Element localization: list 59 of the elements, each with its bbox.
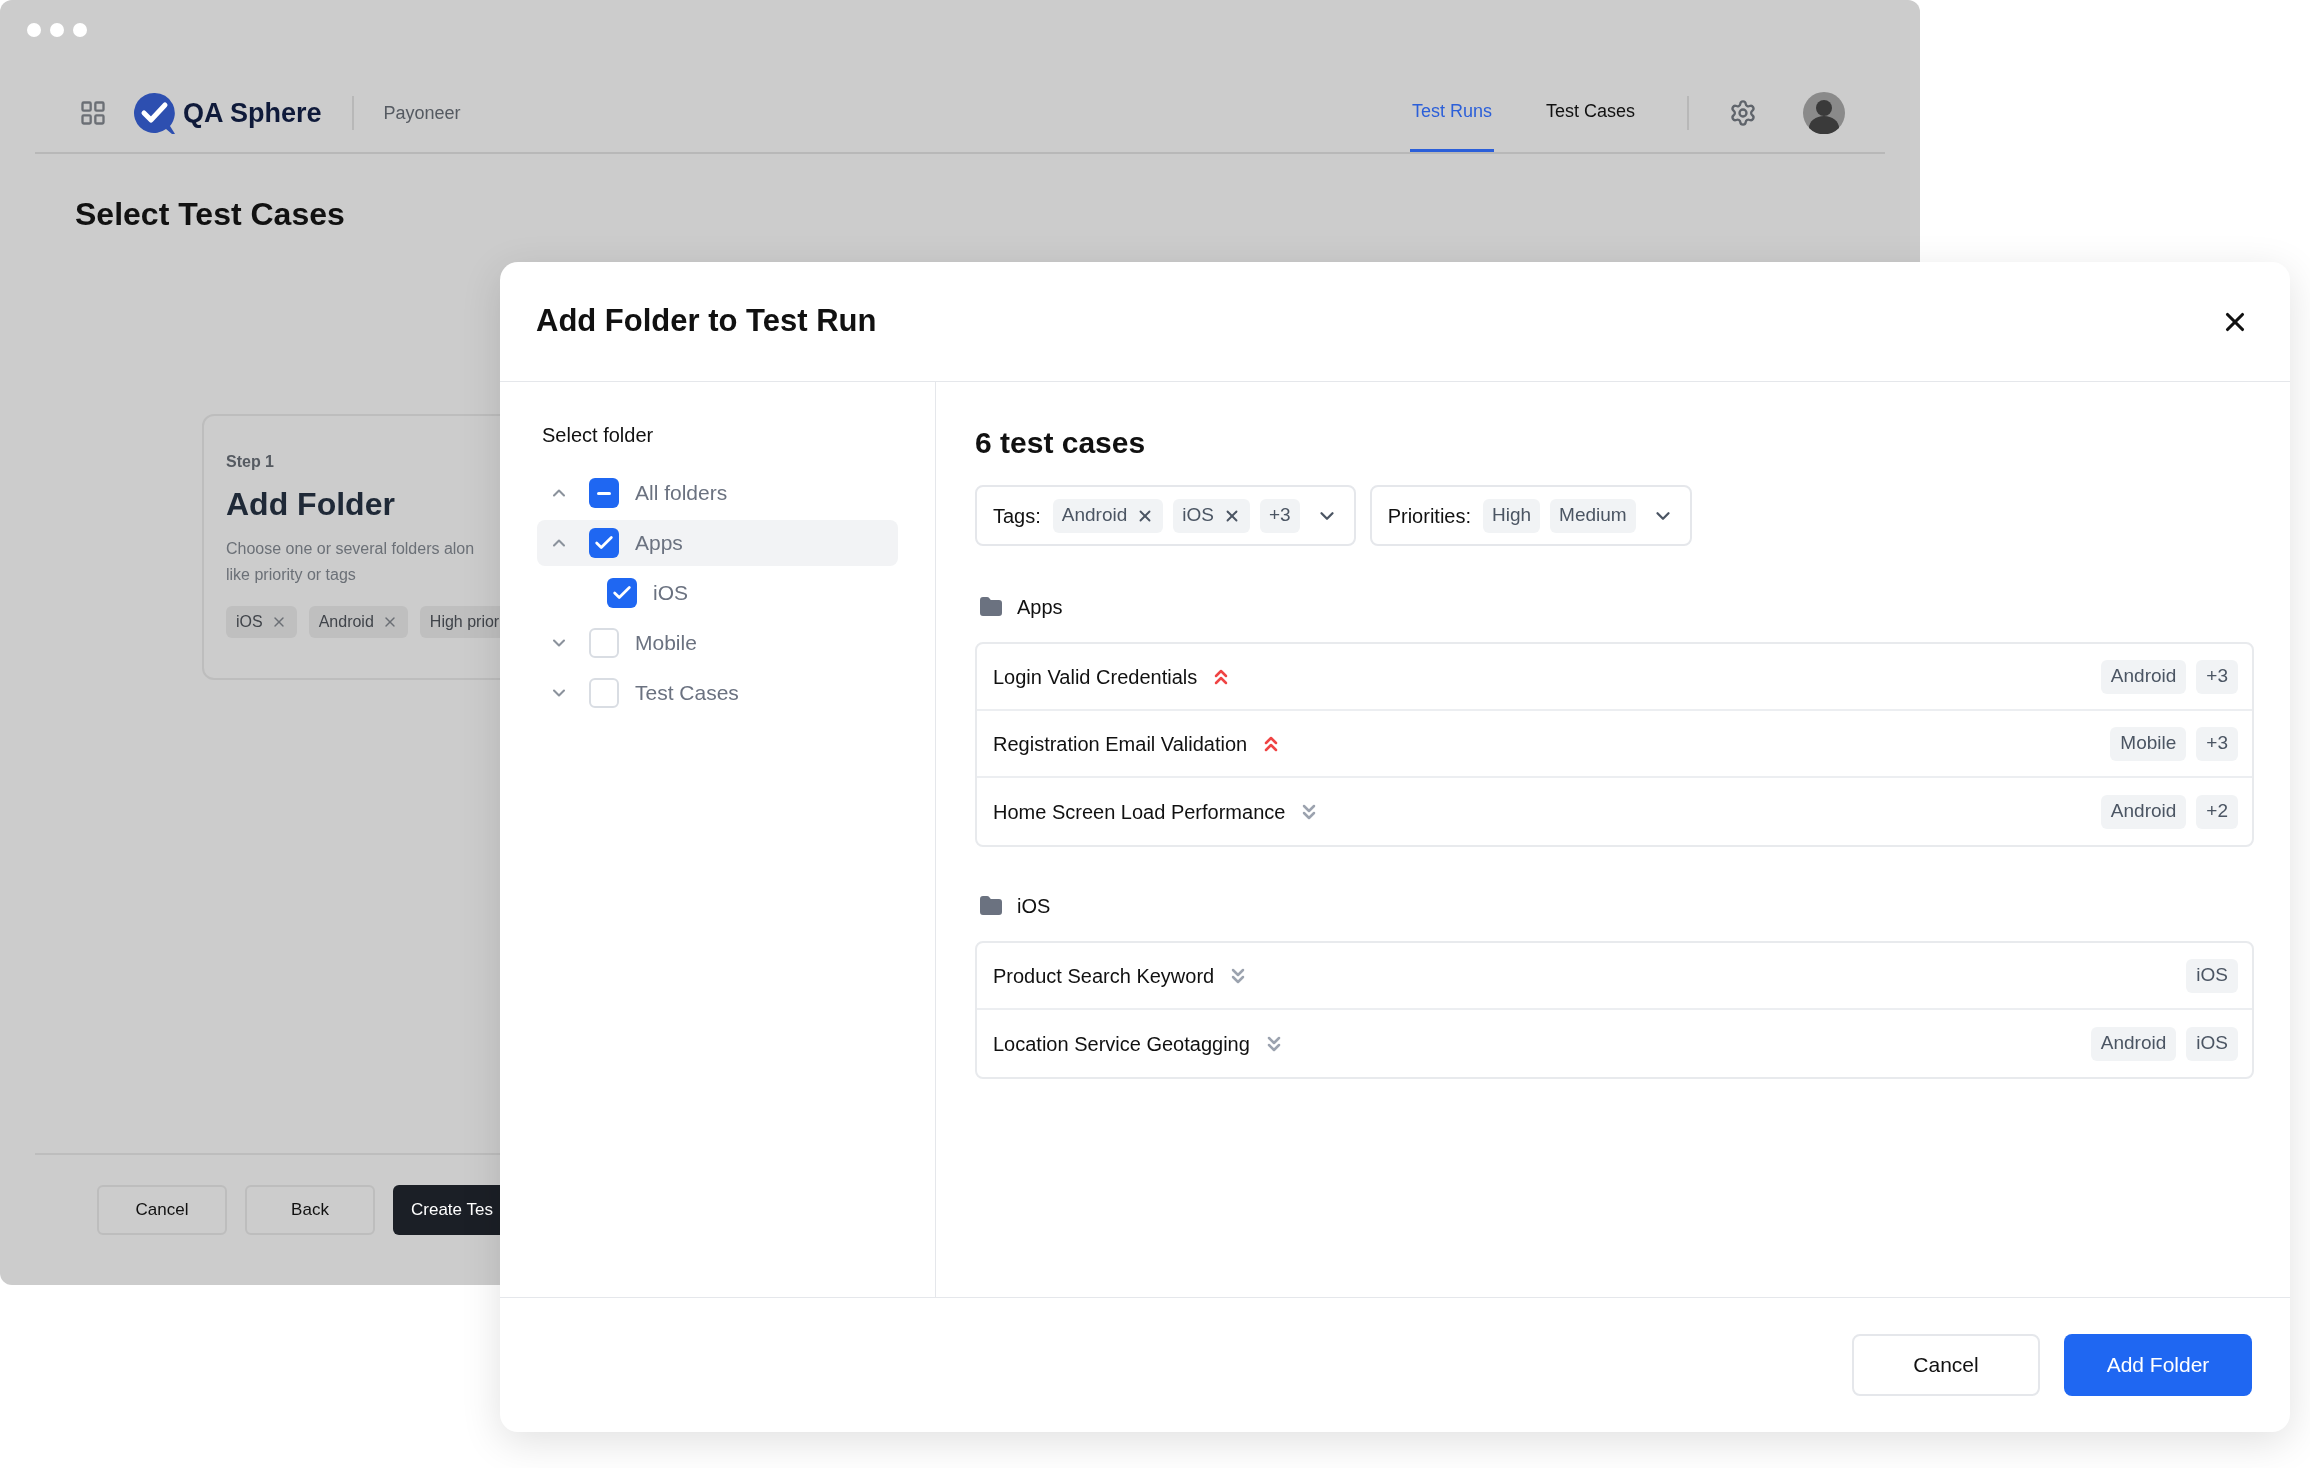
modal-title: Add Folder to Test Run	[536, 302, 877, 341]
filter-label: Tags:	[993, 503, 1041, 529]
nav-tab[interactable]: Test Runs	[1409, 74, 1494, 152]
panel-heading: Select folder	[541, 423, 655, 448]
settings-icon[interactable]	[1729, 99, 1757, 127]
cancel-button[interactable]: Cancel	[1852, 1334, 2040, 1396]
filter-label: Priorities:	[1387, 503, 1472, 529]
card-title: Add Folder	[226, 485, 395, 524]
folder-tree-item[interactable]: Apps	[537, 520, 898, 566]
add-folder-button[interactable]: Add Folder	[2064, 1334, 2252, 1396]
filter-chip: Medium	[1550, 498, 1636, 533]
result-count: 6 test cases	[975, 425, 1147, 461]
filter-chip: iOS	[226, 606, 297, 638]
filter-chip: +3	[1260, 498, 1300, 533]
folder-name: iOS	[1017, 894, 1051, 919]
tag: iOS	[2186, 1026, 2238, 1061]
folder-tree-item[interactable]: All folders	[537, 470, 898, 516]
checkbox[interactable]	[589, 528, 619, 558]
checkbox[interactable]	[589, 478, 619, 508]
filter-chip: iOS	[1173, 498, 1250, 533]
apps-grid-icon[interactable]	[79, 99, 107, 127]
filter-dropdown[interactable]: Priorities: High Medium	[1369, 485, 1692, 546]
test-case-title[interactable]: Registration Email Validation	[993, 728, 1248, 759]
tag: +3	[2196, 659, 2238, 694]
create-button[interactable]: Create Tes	[393, 1185, 503, 1235]
workspace-name: Payoneer	[383, 101, 461, 125]
filter-chip: High	[1483, 498, 1541, 533]
avatar[interactable]	[1803, 92, 1845, 134]
tag: Mobile	[2110, 726, 2187, 761]
logo-icon	[131, 90, 177, 136]
card-description: Choose one or several folders alon like priority or tags	[226, 539, 475, 585]
nav-tab[interactable]: Test Cases	[1543, 74, 1637, 152]
folder-icon	[979, 595, 1003, 619]
page-title: Select Test Cases	[74, 195, 346, 234]
test-case-title[interactable]: Home Screen Load Performance	[993, 796, 1286, 827]
folder-icon	[979, 894, 1003, 918]
checkbox[interactable]	[589, 678, 619, 708]
test-case-title[interactable]: Location Service Geotagging	[993, 1028, 1250, 1059]
folder-name: Apps	[1017, 595, 1063, 620]
step-label: Step 1	[226, 452, 274, 472]
tag: Android	[2100, 794, 2187, 829]
footer-button[interactable]: Cancel	[97, 1185, 227, 1235]
folder-tree-item[interactable]: Mobile	[537, 620, 898, 666]
checkbox[interactable]	[589, 628, 619, 658]
tag: Android	[2090, 1026, 2177, 1061]
test-case-title[interactable]: Product Search Keyword	[993, 960, 1215, 991]
checkbox[interactable]	[607, 578, 637, 608]
filter-dropdown[interactable]: Tags: Android iOS +3	[975, 485, 1356, 546]
footer-button[interactable]: Back	[245, 1185, 375, 1235]
folder-tree-item[interactable]: Test Cases	[537, 670, 898, 716]
tag: iOS	[2186, 958, 2238, 993]
tag: +2	[2196, 794, 2238, 829]
test-case-title[interactable]: Login Valid Credentials	[993, 661, 1198, 692]
filter-chip: Android	[1052, 498, 1164, 533]
tag: +3	[2196, 726, 2238, 761]
folder-tree-item[interactable]: iOS	[537, 570, 898, 616]
tag: Android	[2100, 659, 2187, 694]
brand-name: QA Sphere	[183, 96, 322, 130]
filter-chip: Android	[308, 606, 408, 638]
